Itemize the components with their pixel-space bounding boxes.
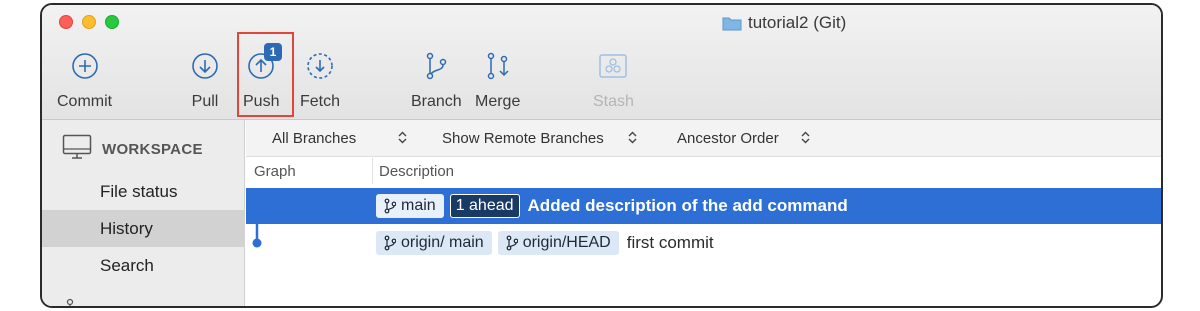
zoom-window-button[interactable] bbox=[105, 15, 119, 29]
merge-button[interactable]: Merge bbox=[475, 51, 520, 111]
branch-tag-label: origin/ main bbox=[401, 234, 484, 251]
table-row[interactable]: origin/ main origin/HEAD first commit bbox=[246, 225, 1161, 261]
branch-icon bbox=[384, 235, 396, 251]
pull-button[interactable]: Pull bbox=[190, 51, 220, 111]
branch-button[interactable]: Branch bbox=[411, 51, 462, 111]
branch-label: Branch bbox=[411, 93, 462, 110]
description-column-header[interactable]: Description bbox=[379, 163, 454, 180]
fetch-label: Fetch bbox=[300, 93, 341, 110]
workspace-header[interactable]: WORKSPACE bbox=[62, 134, 203, 165]
table-row[interactable]: main 1 ahead Added description of the ad… bbox=[246, 188, 1161, 224]
commit-message: Added description of the add command bbox=[527, 196, 848, 215]
branch-filter-select[interactable]: All Branches bbox=[272, 130, 407, 147]
branch-tag[interactable]: origin/ main bbox=[376, 231, 492, 255]
history-filter-bar: All Branches Show Remote Branches Ancest… bbox=[246, 120, 1161, 157]
sidebar: WORKSPACE File status History Search bbox=[42, 120, 245, 306]
commit-label: Commit bbox=[57, 93, 113, 110]
stash-button[interactable]: Stash bbox=[593, 51, 634, 111]
push-count-badge: 1 bbox=[264, 43, 282, 61]
stash-label: Stash bbox=[593, 93, 634, 110]
merge-label: Merge bbox=[475, 93, 521, 110]
arrow-down-circle-icon bbox=[190, 51, 220, 81]
folder-icon bbox=[722, 15, 742, 31]
minimize-window-button[interactable] bbox=[82, 15, 96, 29]
branch-tag[interactable]: main bbox=[376, 194, 444, 218]
branches-section-icon[interactable] bbox=[64, 295, 76, 306]
merge-icon bbox=[483, 51, 513, 81]
plus-circle-icon bbox=[70, 51, 100, 81]
commit-message: first commit bbox=[626, 233, 714, 252]
branch-tag-label: origin/HEAD bbox=[522, 234, 611, 251]
remote-branches-select[interactable]: Show Remote Branches bbox=[442, 130, 637, 147]
workspace-label: WORKSPACE bbox=[102, 141, 203, 158]
fetch-button[interactable]: Fetch bbox=[300, 51, 340, 111]
branch-icon bbox=[421, 51, 451, 81]
branch-tag[interactable]: origin/HEAD bbox=[497, 231, 619, 255]
sort-order-select[interactable]: Ancestor Order bbox=[677, 130, 810, 147]
graph-column-header[interactable]: Graph bbox=[254, 163, 296, 180]
pull-label: Pull bbox=[191, 93, 219, 110]
toolbar: tutorial2 (Git) Commit Pull Push 1 Fetch… bbox=[42, 5, 1161, 120]
sidebar-item-search[interactable]: Search bbox=[42, 247, 245, 284]
window-title-text: tutorial2 (Git) bbox=[748, 13, 847, 32]
branch-filter-value: All Branches bbox=[272, 130, 357, 147]
remote-branches-value: Show Remote Branches bbox=[442, 130, 604, 147]
column-divider[interactable] bbox=[372, 158, 373, 184]
close-window-button[interactable] bbox=[59, 15, 73, 29]
app-window: tutorial2 (Git) Commit Pull Push 1 Fetch… bbox=[40, 3, 1163, 308]
fetch-dashed-circle-icon bbox=[305, 51, 335, 81]
push-label: Push bbox=[243, 93, 280, 110]
sidebar-item-history[interactable]: History bbox=[42, 210, 245, 247]
stash-icon bbox=[598, 51, 628, 81]
commit-description: origin/ main origin/HEAD first commit bbox=[376, 225, 714, 261]
monitor-icon bbox=[62, 134, 92, 165]
updown-chevron-icon bbox=[398, 131, 407, 147]
commit-button[interactable]: Commit bbox=[57, 51, 112, 111]
window-title: tutorial2 (Git) bbox=[722, 13, 846, 33]
updown-chevron-icon bbox=[628, 131, 637, 147]
history-column-headers: Graph Description bbox=[246, 158, 1161, 184]
sidebar-item-file-status[interactable]: File status bbox=[42, 173, 245, 210]
sort-order-value: Ancestor Order bbox=[677, 130, 779, 147]
commit-description: main 1 ahead Added description of the ad… bbox=[376, 188, 848, 224]
ahead-badge: 1 ahead bbox=[449, 194, 520, 218]
branch-icon bbox=[384, 198, 396, 214]
updown-chevron-icon bbox=[801, 131, 810, 147]
branch-icon bbox=[506, 235, 518, 251]
branch-tag-label: main bbox=[401, 197, 436, 214]
